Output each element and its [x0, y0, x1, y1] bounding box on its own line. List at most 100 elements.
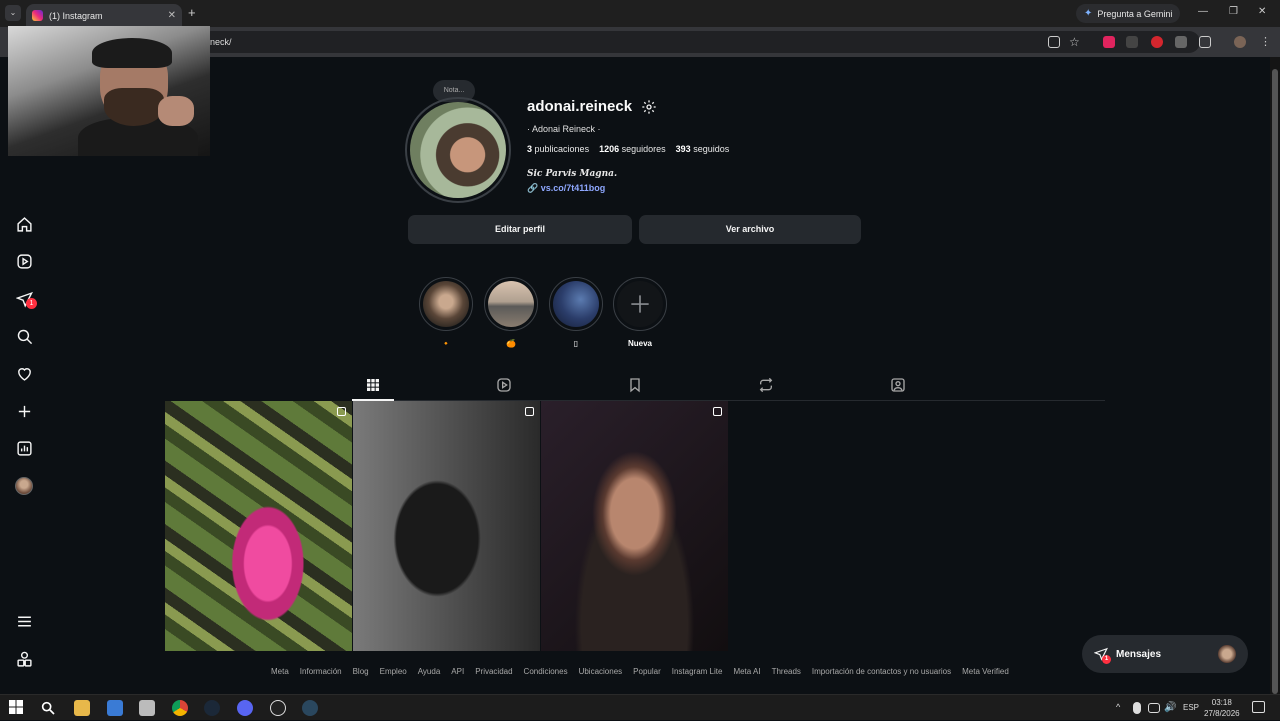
- new-tab-button[interactable]: +: [188, 5, 196, 20]
- extension-grid-icon[interactable]: [1175, 36, 1187, 48]
- footer-link[interactable]: API: [451, 667, 464, 676]
- post-1-water-lily[interactable]: [165, 401, 352, 651]
- maximize-window-button[interactable]: ❐: [1229, 6, 1238, 17]
- taskbar-search-icon[interactable]: [40, 700, 56, 716]
- followers-stat[interactable]: 1206 seguidores: [599, 144, 666, 154]
- page-scrollbar[interactable]: [1270, 57, 1280, 700]
- notifications-icon[interactable]: [1252, 701, 1265, 713]
- gemini-sparkle-icon: ✦: [1084, 8, 1093, 19]
- messages-avatar: [1218, 645, 1236, 663]
- minimize-window-button[interactable]: —: [1198, 6, 1208, 17]
- profile-username: adonai.reineck: [527, 98, 633, 115]
- gemini-button[interactable]: ✦ Pregunta a Gemini: [1076, 4, 1181, 23]
- footer-link[interactable]: Popular: [633, 667, 661, 676]
- highlight-1[interactable]: [419, 277, 473, 331]
- language-indicator[interactable]: ESP: [1183, 703, 1199, 712]
- browser-tab-instagram[interactable]: (1) Instagram ✕: [26, 4, 182, 27]
- footer-link[interactable]: Threads: [772, 667, 801, 676]
- reels-icon[interactable]: [15, 252, 33, 270]
- file-explorer-icon[interactable]: [74, 700, 90, 716]
- tab-search-icon[interactable]: ⌄: [5, 5, 21, 21]
- footer-link[interactable]: Meta: [271, 667, 289, 676]
- extension-icon[interactable]: [1126, 36, 1138, 48]
- tab-saved-bookmark-icon[interactable]: [627, 377, 643, 393]
- settings-gear-icon[interactable]: [641, 99, 657, 115]
- profile-stats: 3 publicaciones 1206 seguidores 393 segu…: [527, 144, 729, 154]
- home-icon[interactable]: [15, 215, 33, 233]
- highlight-2[interactable]: [484, 277, 538, 331]
- multiple-images-icon: [337, 407, 346, 416]
- windows-start-icon[interactable]: [9, 700, 25, 716]
- tab-posts-grid-icon[interactable]: [365, 377, 381, 393]
- new-highlight-button[interactable]: [613, 277, 667, 331]
- browser-menu-icon[interactable]: ⋮: [1260, 36, 1271, 48]
- microphone-icon[interactable]: [1133, 702, 1141, 714]
- obs-icon[interactable]: [270, 700, 286, 716]
- discord-icon[interactable]: [237, 700, 253, 716]
- volume-icon[interactable]: 🔊: [1164, 702, 1176, 714]
- profile-link[interactable]: 🔗 vs.co/7t411bog: [527, 183, 605, 194]
- plus-icon: [631, 295, 649, 313]
- scrollbar-thumb[interactable]: [1272, 69, 1278, 694]
- bookmark-star-icon[interactable]: ☆: [1069, 36, 1081, 48]
- messages-label: Mensajes: [1116, 648, 1162, 660]
- adblock-extension-icon[interactable]: [1103, 36, 1115, 48]
- new-highlight-label: Nueva: [627, 339, 652, 348]
- clock-date: 27/8/2026: [1204, 709, 1240, 718]
- edit-profile-button[interactable]: Editar perfil: [408, 215, 632, 244]
- extensions-puzzle-icon[interactable]: [1199, 36, 1211, 48]
- tab-tagged-icon[interactable]: [890, 377, 906, 393]
- chrome-icon[interactable]: [172, 700, 188, 716]
- multiple-images-icon: [525, 407, 534, 416]
- profile-full-name: · Adonai Reineck ·: [527, 124, 601, 134]
- browser-tab-bar: ⌄ (1) Instagram ✕ + ✦ Pregunta a Gemini …: [0, 0, 1280, 27]
- following-stat[interactable]: 393 seguidos: [676, 144, 730, 154]
- create-plus-icon[interactable]: [15, 402, 33, 420]
- highlight-1-label: 🔸: [441, 339, 451, 348]
- footer-link[interactable]: Importación de contactos y no usuarios: [812, 667, 951, 676]
- also-from-meta-icon[interactable]: [15, 650, 33, 668]
- steam-icon[interactable]: [204, 700, 220, 716]
- profile-link-text[interactable]: vs.co/7t411bog: [541, 183, 606, 193]
- close-window-button[interactable]: ✕: [1258, 6, 1266, 17]
- webcam-overlay: [8, 26, 210, 156]
- profile-avatar[interactable]: [405, 97, 511, 203]
- posts-stat: 3 publicaciones: [527, 144, 590, 154]
- footer-link[interactable]: Meta AI: [733, 667, 760, 676]
- highlight-3[interactable]: [549, 277, 603, 331]
- network-icon[interactable]: [1148, 703, 1160, 713]
- highlight-3-label: ▯: [573, 339, 579, 348]
- taskbar-app-icon[interactable]: [107, 700, 123, 716]
- footer-link[interactable]: Privacidad: [475, 667, 512, 676]
- footer-link[interactable]: Empleo: [380, 667, 407, 676]
- taskbar-clock[interactable]: 03:18 27/8/2026: [1204, 697, 1240, 719]
- tab-reels-icon[interactable]: [496, 377, 512, 393]
- close-tab-icon[interactable]: ✕: [168, 10, 176, 21]
- post-2-photographer-bw[interactable]: [353, 401, 540, 651]
- browser-profile-avatar[interactable]: [1234, 36, 1246, 48]
- footer-link[interactable]: Condiciones: [524, 667, 568, 676]
- tab-reposts-icon[interactable]: [758, 377, 774, 393]
- footer-link[interactable]: Meta Verified: [962, 667, 1009, 676]
- tray-chevron-icon[interactable]: ^: [1116, 702, 1128, 714]
- footer-link[interactable]: Ubicaciones: [579, 667, 623, 676]
- steam-icon[interactable]: [302, 700, 318, 716]
- taskbar-app-icon[interactable]: [139, 700, 155, 716]
- post-3-portrait[interactable]: [541, 401, 728, 651]
- messages-notification-badge: 1: [26, 298, 37, 309]
- dashboard-icon[interactable]: [15, 439, 33, 457]
- footer-link[interactable]: Blog: [353, 667, 369, 676]
- search-icon[interactable]: [15, 327, 33, 345]
- extension-red-icon[interactable]: [1151, 36, 1163, 48]
- view-archive-button[interactable]: Ver archivo: [639, 215, 861, 244]
- profile-bio: Sic Parvis Magna.: [527, 169, 618, 179]
- profile-avatar-nav[interactable]: [15, 477, 33, 495]
- more-menu-icon[interactable]: [15, 612, 33, 630]
- messages-button[interactable]: 1 Mensajes: [1082, 635, 1248, 673]
- footer-link[interactable]: Ayuda: [418, 667, 441, 676]
- notifications-heart-icon[interactable]: [15, 364, 33, 382]
- install-app-icon[interactable]: [1048, 36, 1060, 48]
- footer-link[interactable]: Información: [300, 667, 342, 676]
- footer-link[interactable]: Instagram Lite: [672, 667, 723, 676]
- tab-title: (1) Instagram: [49, 10, 103, 21]
